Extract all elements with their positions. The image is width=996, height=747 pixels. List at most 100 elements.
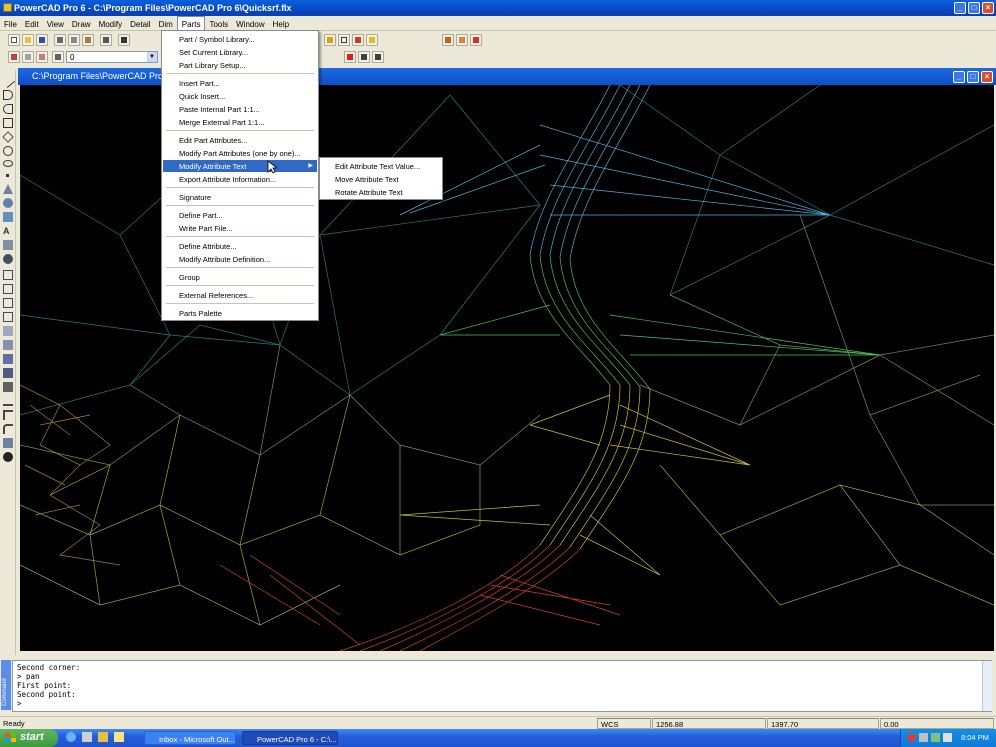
submenu-item-move-attribute-text[interactable]: Move Attribute Text [321,173,441,185]
fillet-tool-icon[interactable] [3,424,13,434]
save-icon[interactable] [36,34,48,46]
command-scrollbar[interactable] [982,661,992,711]
polygon-tool-icon[interactable] [3,184,13,194]
layer-select[interactable]: 0 ▼ [66,51,158,63]
menu-view[interactable]: View [43,17,68,32]
command-history[interactable]: Second corner: > pan First point: Second… [12,660,992,712]
layer-list-icon[interactable] [22,51,34,63]
submenu-item-rotate-attribute-text[interactable]: Rotate Attribute Text [321,186,441,198]
circle-tool-icon[interactable] [3,146,13,156]
volume-icon[interactable] [943,733,952,742]
mesh-tool-icon[interactable] [3,354,13,364]
menu-item-set-current-library[interactable]: Set Current Library... [163,46,317,58]
print-icon[interactable] [100,34,112,46]
contour-tool-icon[interactable] [3,340,13,350]
menu-file[interactable]: File [0,17,21,32]
line-tool-icon[interactable] [0,73,16,89]
app-icon[interactable] [3,3,12,12]
snap-icon[interactable] [442,34,454,46]
menu-parts[interactable]: Parts [176,16,206,31]
new-file-icon[interactable] [8,34,20,46]
menu-item-modify-part-attributes[interactable]: Modify Part Attributes (one by one)... [163,147,317,159]
paste-icon[interactable] [82,34,94,46]
menu-item-edit-part-attributes[interactable]: Edit Part Attributes... [163,134,317,146]
menu-edit[interactable]: Edit [21,17,43,32]
help-pointer-icon[interactable] [118,34,130,46]
tray-icon[interactable] [931,733,940,742]
tray-icon[interactable] [919,733,928,742]
rectangle-tool-icon[interactable] [3,118,13,128]
corner-tool-icon[interactable] [3,410,13,420]
gear-icon[interactable] [3,254,13,264]
clock[interactable]: 8:04 PM [961,733,989,742]
menu-item-write-part-file[interactable]: Write Part File... [163,222,317,234]
surface-tool-icon[interactable] [3,326,13,336]
menu-item-modify-attribute-definition[interactable]: Modify Attribute Definition... [163,253,317,265]
outlook-quicklaunch-icon[interactable] [82,732,92,742]
menu-item-signature[interactable]: Signature [163,191,317,203]
doc-close-button[interactable]: × [981,71,993,83]
tray-icon[interactable] [907,733,916,742]
menu-item-define-part[interactable]: Define Part... [163,209,317,221]
undo-icon[interactable] [358,51,370,63]
menu-item-parts-palette[interactable]: Parts Palette [163,307,317,319]
browser-quicklaunch-icon[interactable] [66,732,76,742]
menu-item-group[interactable]: Group [163,271,317,283]
menu-item-insert-part[interactable]: Insert Part... [163,77,317,89]
chevron-down-icon[interactable]: ▼ [147,52,157,62]
submenu-item-edit-attribute-text-value[interactable]: Edit Attribute Text Value... [321,160,441,172]
edit-tool-icon[interactable] [366,34,378,46]
snap-grid-icon[interactable] [456,34,468,46]
menu-item-quick-insert[interactable]: Quick Insert... [163,90,317,102]
snap-off-icon[interactable] [470,34,482,46]
command-tab[interactable]: Command [1,660,11,710]
dimension-tool-icon[interactable] [3,270,13,280]
ellipse-tool-icon[interactable] [3,160,13,167]
menu-item-export-attribute-information[interactable]: Export Attribute Information... [163,173,317,185]
fill-rect-tool-icon[interactable] [3,212,13,222]
close-button[interactable]: × [982,2,994,14]
zoom-all-icon[interactable] [352,34,364,46]
layer-color-icon[interactable] [8,51,20,63]
trim-tool-icon[interactable] [3,396,13,406]
globe-icon[interactable] [3,452,13,462]
leader-tool-icon[interactable] [3,284,13,294]
open-folder-icon[interactable] [22,34,34,46]
taskbar-item-inbox[interactable]: Inbox - Microsoft Out... [144,731,236,745]
move-down-icon[interactable] [324,34,336,46]
explorer-quicklaunch-icon[interactable] [98,732,108,742]
maximize-button[interactable]: □ [968,2,980,14]
measure-tool-icon[interactable] [3,438,13,448]
menu-modify[interactable]: Modify [95,17,127,32]
cancel-icon[interactable] [344,51,356,63]
doc-maximize-button[interactable]: □ [967,71,979,83]
command-prompt[interactable]: > [17,699,987,708]
menu-draw[interactable]: Draw [68,17,95,32]
taskbar-item-powercad[interactable]: PowerCAD Pro 6 - C:\... [242,731,338,745]
point-tool-icon[interactable] [6,174,9,177]
angle-dim-tool-icon[interactable] [3,298,13,308]
arc-tool-icon[interactable] [3,90,13,100]
radius-dim-tool-icon[interactable] [3,312,13,322]
menu-item-modify-attribute-text[interactable]: Modify Attribute Text ▶ [163,160,317,172]
menu-detail[interactable]: Detail [126,17,154,32]
text-tool-icon[interactable]: A [3,226,13,236]
cut-icon[interactable] [54,34,66,46]
layer-stack-icon[interactable] [52,51,64,63]
menu-item-define-attribute[interactable]: Define Attribute... [163,240,317,252]
menu-item-external-references[interactable]: External References... [163,289,317,301]
doc-minimize-button[interactable]: _ [953,71,965,83]
redo-icon[interactable] [372,51,384,63]
zoom-window-icon[interactable] [338,34,350,46]
desktop-quicklaunch-icon[interactable] [114,732,124,742]
diamond-tool-icon[interactable] [2,131,14,143]
menu-item-paste-internal-part[interactable]: Paste Internal Part 1:1... [163,103,317,115]
volume-tool-icon[interactable] [3,368,13,378]
hatch-tool-icon[interactable] [3,240,13,250]
curve-tool-icon[interactable] [3,104,13,114]
copy-icon[interactable] [68,34,80,46]
menu-item-merge-external-part[interactable]: Merge External Part 1:1... [163,116,317,128]
menu-item-part-symbol-library[interactable]: Part / Symbol Library... [163,33,317,45]
minimize-button[interactable]: _ [954,2,966,14]
fill-circle-tool-icon[interactable] [3,198,13,208]
